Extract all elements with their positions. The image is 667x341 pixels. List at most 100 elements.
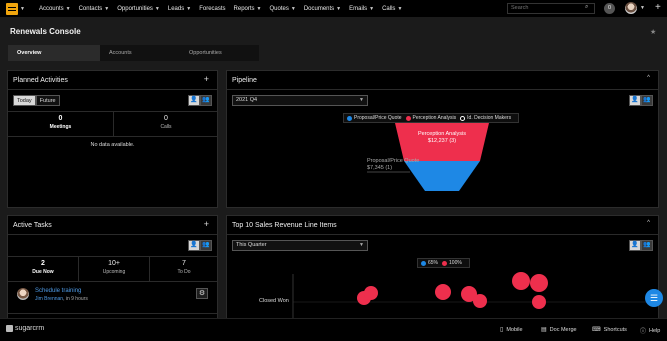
task-title-link[interactable]: Schedule training <box>35 288 81 294</box>
dashlet-title: Planned Activities <box>13 77 68 84</box>
tab-overview[interactable]: Overview <box>8 45 100 61</box>
footer-brand[interactable]: sugarcrm <box>6 325 44 332</box>
meetings-count-label: Meetings <box>49 124 72 130</box>
assignee-link[interactable]: Jim Brennan <box>35 296 63 302</box>
funnel-label-proposal: Proposal/Price Quote $7,345 (1) <box>367 158 419 172</box>
nav-item-quotes[interactable]: Quotes ▼ <box>270 6 296 12</box>
revenue-bubble[interactable] <box>530 274 548 292</box>
user-filter-toggle: 👤 👥 <box>188 240 212 251</box>
nav-item-opportunities[interactable]: Opportunities ▼ <box>117 6 160 12</box>
help-menu-icon[interactable]: ☰ <box>645 289 663 307</box>
nav-item-accounts[interactable]: Accounts ▼ <box>39 6 71 12</box>
footer-mobile-link[interactable]: ▯ Mobile <box>500 326 523 334</box>
task-item: Schedule training Jim Brennan, in 9 hour… <box>13 286 212 308</box>
global-search-input[interactable]: Search <box>507 3 595 14</box>
footer-doc-merge-link[interactable]: ▤ Doc Merge <box>541 326 577 334</box>
chevron-down-icon[interactable]: ▼ <box>186 6 191 12</box>
page-title: Renewals Console <box>10 27 81 36</box>
funnel-label-perception: Perception Analysis $12,237 (3) <box>395 131 489 144</box>
nav-item-emails[interactable]: Emails ▼ <box>349 6 374 12</box>
footer-help-link[interactable]: ⓘ Help <box>640 326 661 336</box>
divider <box>8 313 217 314</box>
footer-shortcuts-link[interactable]: ⌨ Shortcuts <box>592 326 627 334</box>
sugar-cube-icon <box>6 325 13 332</box>
chevron-down-icon[interactable]: ▼ <box>104 6 109 12</box>
chevron-down-icon[interactable]: ▼ <box>369 6 374 12</box>
nav-item-forecasts[interactable]: Forecasts <box>199 6 225 12</box>
stage-name: Proposal/Price Quote <box>367 158 420 164</box>
notifications-badge[interactable]: 0 <box>604 3 615 14</box>
task-actions-gear-icon[interactable]: ⚙ <box>196 288 208 299</box>
revenue-bubble[interactable] <box>364 286 378 300</box>
top10-revenue-dashlet: Top 10 Sales Revenue Line Items ^ This Q… <box>226 215 660 319</box>
empty-state-text: No data available. <box>90 142 135 148</box>
chevron-down-icon[interactable]: ▼ <box>257 6 262 12</box>
due-now-tab[interactable]: 2 Due Now <box>8 260 78 275</box>
help-icon: ⓘ <box>640 329 647 335</box>
shortcuts-icon: ⌨ <box>592 327 601 333</box>
nav-item-contacts[interactable]: Contacts ▼ <box>79 6 110 12</box>
nav-item-label: Accounts <box>38 5 64 12</box>
nav-item-label: Reports <box>233 5 255 12</box>
meetings-count-value: 0 <box>58 115 63 122</box>
search-icon[interactable]: ⌕ <box>585 4 588 11</box>
team-users-icon[interactable]: 👥 <box>200 95 212 106</box>
chevron-down-icon[interactable]: ▼ <box>155 6 160 12</box>
to-do-tab[interactable]: 7 To Do <box>150 260 218 275</box>
nav-item-label: Documents <box>303 5 335 12</box>
footer-item-label: Doc Merge <box>549 326 577 333</box>
nav-item-label: Contacts <box>78 5 103 12</box>
console-tabs: Overview Accounts Opportunities <box>8 45 259 61</box>
tab-opportunities[interactable]: Opportunities <box>180 45 259 61</box>
nav-item-documents[interactable]: Documents ▼ <box>304 6 341 12</box>
my-items-user-icon[interactable]: 👤 <box>188 95 200 106</box>
my-items-user-icon[interactable]: 👤 <box>188 240 200 251</box>
mobile-icon: ▯ <box>500 327 504 333</box>
chevron-down-icon[interactable]: ▼ <box>291 6 296 12</box>
revenue-bubble[interactable] <box>473 294 487 308</box>
nav-item-calls[interactable]: Calls ▼ <box>382 6 402 12</box>
nav-item-label: Quotes <box>269 5 289 12</box>
calls-count-label: Calls <box>160 124 172 130</box>
toggle-today[interactable]: Today <box>13 95 36 106</box>
chevron-down-icon[interactable]: ▼ <box>336 6 341 12</box>
nav-item-reports[interactable]: Reports ▼ <box>234 6 262 12</box>
revenue-bubble[interactable] <box>532 295 546 309</box>
favorite-star-icon[interactable]: ★ <box>650 28 656 36</box>
footer-item-label: Help <box>649 327 661 334</box>
user-avatar[interactable] <box>625 2 637 14</box>
team-users-icon[interactable]: 👥 <box>200 240 212 251</box>
user-menu-chevron-down-icon[interactable]: ▼ <box>640 5 645 11</box>
doc-merge-icon: ▤ <box>541 327 547 333</box>
toggle-future[interactable]: Future <box>35 95 60 106</box>
chevron-down-icon[interactable]: ▼ <box>66 6 71 12</box>
calls-count[interactable]: 0 Calls <box>114 115 218 130</box>
meetings-count[interactable]: 0 Meetings <box>8 115 113 130</box>
divider <box>8 234 217 235</box>
to-do-count: 7 <box>182 260 186 267</box>
today-future-toggle: Today Future <box>13 95 60 106</box>
task-due-time: , in 9 hours <box>63 296 88 302</box>
nav-item-label: Emails <box>349 5 368 12</box>
brand-text: sugarcrm <box>15 325 45 332</box>
nav-item-label: Leads <box>167 5 185 12</box>
nav-item-label: Calls <box>382 5 396 12</box>
footer: sugarcrm ▯ Mobile ▤ Doc Merge ⌨ Shortcuts ⓘ… <box>0 318 667 341</box>
tab-accounts[interactable]: Accounts <box>100 45 180 61</box>
task-meta: Jim Brennan, in 9 hours <box>35 296 88 302</box>
quick-create-plus-icon[interactable]: + <box>655 2 661 13</box>
divider <box>8 89 217 90</box>
revenue-bubble-chart <box>292 272 660 319</box>
add-task-plus-icon[interactable]: + <box>204 219 209 229</box>
revenue-bubble[interactable] <box>512 272 530 290</box>
logo-chevron-down-icon[interactable]: ▼ <box>20 6 25 12</box>
stage-amount: $12,237 (3) <box>427 137 457 144</box>
upcoming-tab[interactable]: 10+ Upcoming <box>79 260 149 275</box>
nav-item-label: Opportunities <box>117 5 153 12</box>
nav-item-leads[interactable]: Leads ▼ <box>168 6 191 12</box>
sugar-cube-logo-icon[interactable] <box>6 2 18 15</box>
upcoming-label: Upcoming <box>102 269 126 275</box>
add-activity-plus-icon[interactable]: + <box>204 74 209 84</box>
revenue-bubble[interactable] <box>435 284 451 300</box>
chevron-down-icon[interactable]: ▼ <box>397 6 402 12</box>
